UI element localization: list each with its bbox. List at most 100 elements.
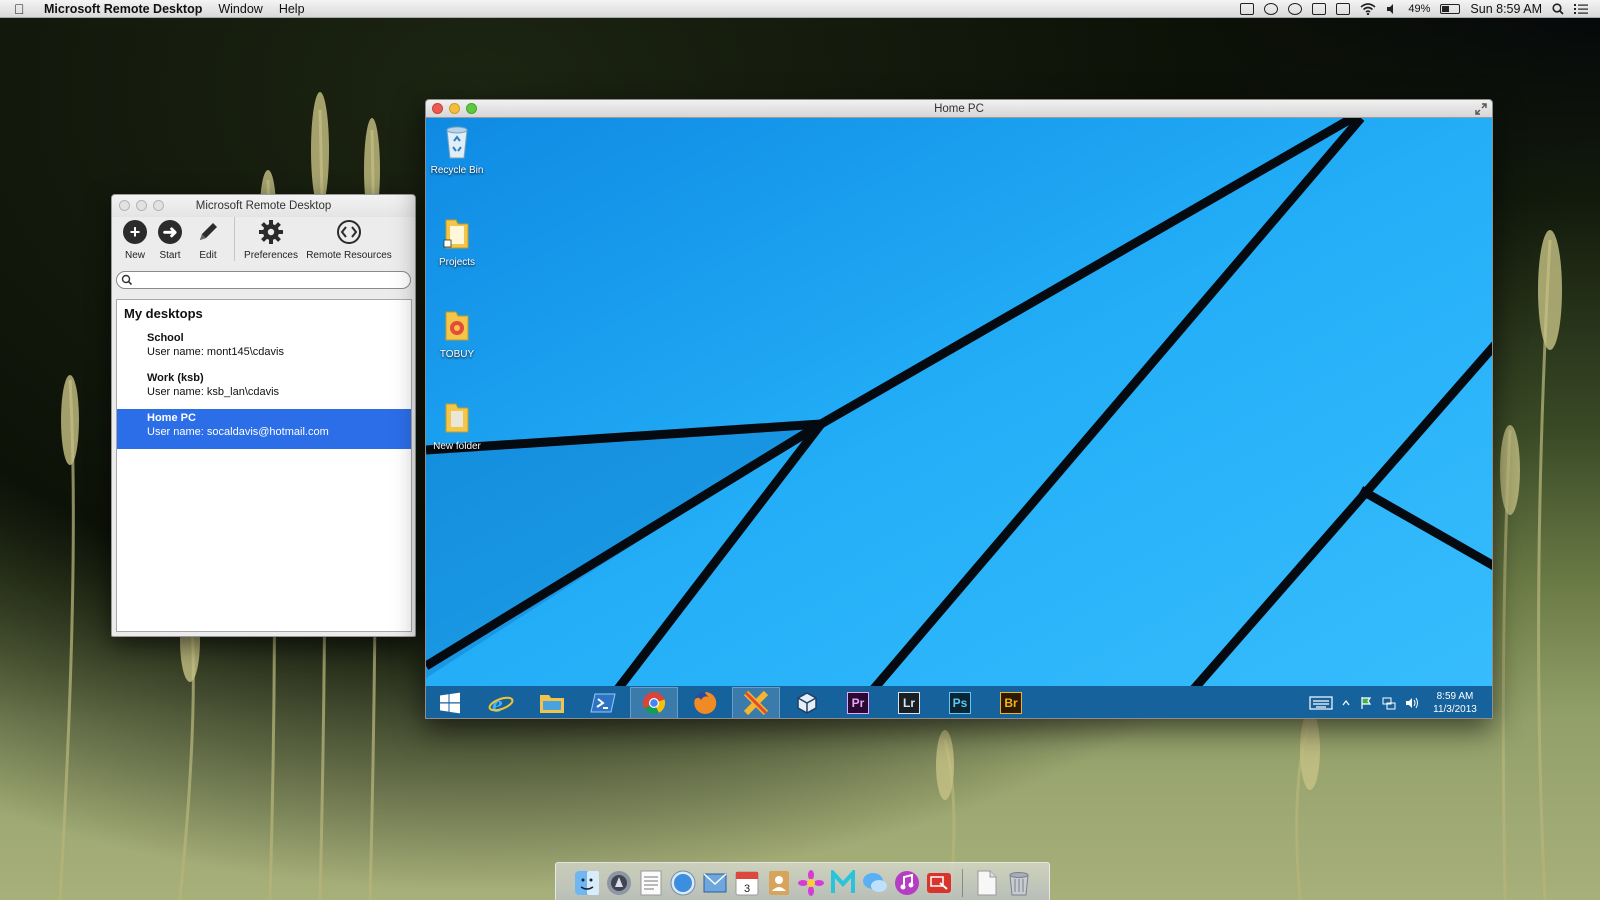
windows-wallpaper	[426, 118, 1492, 686]
action-center-flag-icon[interactable]	[1359, 696, 1373, 710]
dock-launchpad[interactable]	[604, 868, 633, 897]
desktop-icon-recycle-bin[interactable]: Recycle Bin	[429, 124, 485, 176]
mac-menu-bar:  Microsoft Remote Desktop Window Help 4…	[0, 0, 1600, 18]
speaker-icon[interactable]	[1405, 696, 1419, 710]
remote-resources-button[interactable]: Remote Resources	[305, 217, 393, 261]
taskbar-firefox[interactable]	[681, 687, 729, 718]
desktop-icon-projects[interactable]: Projects	[429, 216, 485, 268]
minimize-button[interactable]	[449, 103, 460, 114]
taskbar-photoshop[interactable]: Ps	[936, 687, 984, 718]
messages-icon	[862, 872, 887, 892]
edit-button[interactable]: Edit	[190, 217, 226, 261]
volume-icon[interactable]	[1386, 3, 1398, 15]
dock-m-app[interactable]	[828, 868, 857, 897]
dock-contacts[interactable]	[764, 868, 793, 897]
menu-extras: 49% Sun 8:59 AM	[1240, 2, 1600, 16]
shield-icon[interactable]	[1240, 2, 1255, 15]
edit-label: Edit	[199, 250, 217, 261]
remote-desktop-icon	[926, 872, 951, 893]
zoom-button[interactable]	[466, 103, 477, 114]
dock-safari[interactable]	[668, 868, 697, 897]
fullscreen-icon[interactable]	[1475, 103, 1487, 115]
spotlight-icon[interactable]	[1552, 2, 1564, 15]
new-button[interactable]: + New	[120, 217, 150, 261]
cloud-icon[interactable]	[1288, 2, 1303, 15]
preferences-button[interactable]: Preferences	[243, 217, 299, 261]
start-button[interactable]: ➜ Start	[150, 217, 190, 261]
sync-icon[interactable]	[1264, 2, 1279, 15]
battery-icon[interactable]	[1440, 3, 1461, 14]
touch-keyboard-icon[interactable]	[1309, 696, 1333, 710]
taskbar-crossover[interactable]	[732, 687, 780, 718]
dock-mail[interactable]	[700, 868, 729, 897]
dock-calendar[interactable]: 3	[732, 868, 761, 897]
minimize-button[interactable]	[136, 200, 147, 211]
notification-center-icon[interactable]	[1574, 3, 1588, 15]
virtualbox-icon	[797, 692, 817, 714]
powershell-icon	[590, 693, 616, 713]
session-titlebar[interactable]: Home PC	[426, 100, 1492, 118]
network-icon[interactable]	[1382, 696, 1396, 710]
arrow-right-icon: ➜	[158, 220, 182, 244]
window-controls	[119, 200, 164, 211]
desktop-icon-tobuy[interactable]: TOBUY	[429, 308, 485, 360]
taskbar-premiere[interactable]: Pr	[834, 687, 882, 718]
taskbar-internet-explorer[interactable]: e	[477, 687, 525, 718]
new-label: New	[124, 250, 145, 261]
desktop-icon-new-folder[interactable]: New folder	[429, 400, 485, 452]
tray-time: 8:59 AM	[1436, 691, 1474, 702]
preferences-label: Preferences	[244, 250, 298, 261]
safari-icon	[670, 870, 695, 895]
taskbar-lightroom[interactable]: Lr	[885, 687, 933, 718]
chrome-icon	[643, 692, 666, 714]
desktop-item-school[interactable]: School User name: mont145\cdavis	[117, 329, 411, 369]
menu-clock[interactable]: Sun 8:59 AM	[1470, 2, 1542, 16]
menu-help[interactable]: Help	[279, 0, 305, 18]
wifi-icon[interactable]	[1360, 2, 1376, 15]
menu-app-name[interactable]: Microsoft Remote Desktop	[44, 0, 202, 18]
search-field[interactable]	[116, 271, 411, 290]
dock-messages[interactable]	[860, 868, 889, 897]
taskbar-file-explorer[interactable]	[528, 687, 576, 718]
lightroom-icon: Lr	[898, 692, 920, 714]
window-titlebar[interactable]: Microsoft Remote Desktop	[112, 195, 415, 217]
itunes-icon	[894, 870, 919, 895]
taskbar-clock[interactable]: 8:59 AM 11/3/2013	[1428, 690, 1482, 716]
taskbar-powershell[interactable]	[579, 687, 627, 718]
remote-desktop-manager-window: Microsoft Remote Desktop + New ➜ Start E…	[111, 194, 416, 637]
photoshop-icon: Ps	[949, 692, 971, 714]
recycle-bin-icon	[446, 126, 468, 159]
airplay-icon[interactable]	[1312, 2, 1327, 15]
textedit-icon	[640, 870, 661, 895]
show-hidden-icons-icon[interactable]	[1342, 699, 1350, 707]
taskbar-virtualbox[interactable]	[783, 687, 831, 718]
dock-trash[interactable]	[1004, 868, 1033, 897]
keyboard-status-icon[interactable]	[1336, 2, 1351, 15]
apple-icon[interactable]: 	[14, 0, 34, 18]
dock-finder[interactable]	[572, 868, 601, 897]
svg-text:3: 3	[743, 883, 749, 895]
desktop-item-work[interactable]: Work (ksb) User name: ksb_lan\cdavis	[117, 369, 411, 409]
desktop-item-home-pc[interactable]: Home PC User name: socaldavis@hotmail.co…	[117, 409, 411, 449]
dock-itunes[interactable]	[892, 868, 921, 897]
desktop-icon-label: TOBUY	[439, 349, 475, 360]
close-button[interactable]	[119, 200, 130, 211]
folder-icon	[445, 403, 469, 433]
windows-start-icon	[440, 692, 460, 714]
dock-documents[interactable]	[972, 868, 1001, 897]
taskbar-chrome[interactable]	[630, 687, 678, 718]
dock-remote-desktop[interactable]	[924, 868, 953, 897]
folder-icon	[445, 311, 469, 341]
close-button[interactable]	[432, 103, 443, 114]
taskbar-bridge[interactable]: Br	[987, 687, 1035, 718]
menu-window[interactable]: Window	[218, 0, 262, 18]
firefox-icon	[694, 691, 717, 714]
m-app-icon	[830, 869, 855, 893]
dock-flower-app[interactable]	[796, 868, 825, 897]
zoom-button[interactable]	[153, 200, 164, 211]
battery-percent: 49%	[1408, 2, 1431, 15]
dock-textedit[interactable]	[636, 868, 665, 897]
search-input[interactable]	[137, 274, 407, 290]
windows-start-button[interactable]	[426, 687, 474, 718]
desktop-icon-label: Projects	[438, 257, 476, 268]
